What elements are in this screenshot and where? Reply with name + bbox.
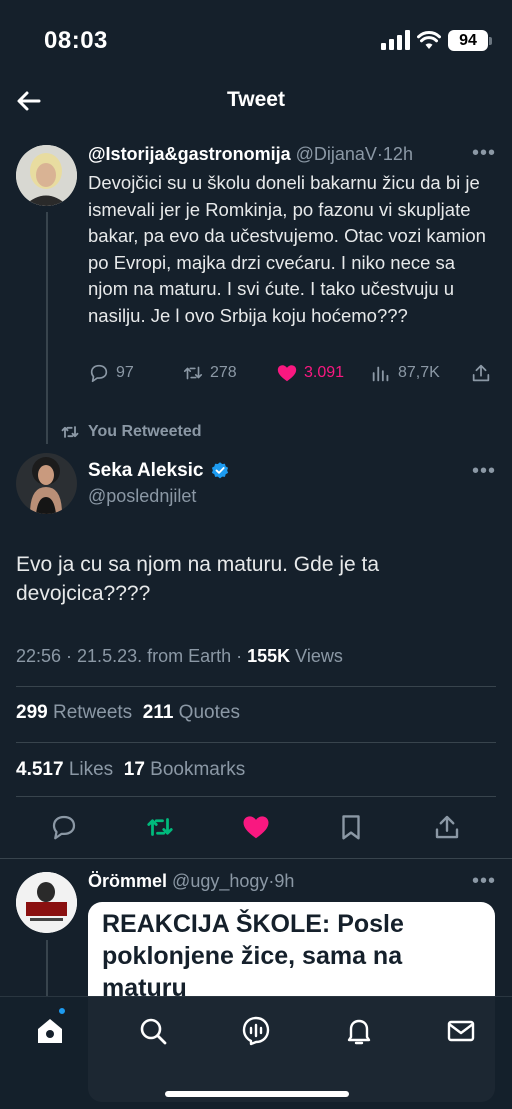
reply-icon: [90, 364, 108, 383]
divider: [16, 796, 496, 797]
quotes-count: 211: [142, 702, 174, 723]
retweet-button[interactable]: 278: [182, 362, 237, 384]
section-divider: [0, 858, 512, 859]
more-options-icon[interactable]: •••: [472, 870, 496, 893]
retweet-context: You Retweeted: [60, 422, 202, 442]
retweet-icon: [183, 366, 203, 380]
likes-count: 4.517: [16, 759, 64, 780]
author-name[interactable]: Seka Aleksic: [88, 460, 204, 482]
more-options-icon[interactable]: •••: [472, 460, 496, 483]
retweets-label: Retweets: [47, 702, 133, 723]
main-tweet-text: Evo ja cu sa njom na maturu. Gde je ta d…: [16, 553, 380, 605]
thread-line: [46, 212, 48, 444]
avatar-istorija[interactable]: [16, 145, 77, 206]
tweet-meta: 22:56 · 21.5.23. from Earth · 155K Views: [16, 646, 343, 667]
retweet-active-icon[interactable]: [145, 812, 175, 842]
reply-icon[interactable]: [49, 812, 79, 842]
avatar-photo: [16, 872, 77, 933]
divider: [16, 686, 496, 687]
thread-line: [46, 940, 48, 1000]
analytics-icon: [372, 366, 389, 382]
views-count: 87,7K: [398, 364, 440, 381]
new-content-dot: [57, 1006, 67, 1016]
bookmarks-label: Bookmarks: [144, 759, 246, 780]
search-icon[interactable]: [137, 1015, 169, 1047]
avatar-photo: [16, 453, 77, 514]
tweet-timestamp: 22:56 · 21.5.23. from Earth ·: [16, 646, 248, 666]
link-card-title: REAKCIJA ŠKOLE: Posle poklonjene žice, s…: [102, 910, 404, 1002]
battery-indicator: 94: [448, 30, 488, 51]
author-name-row: Seka Aleksic: [88, 460, 230, 482]
like-button[interactable]: 3.091: [276, 362, 344, 384]
retweet-context-label: You Retweeted: [88, 423, 202, 440]
author-name[interactable]: Örömmel: [88, 871, 167, 891]
main-tweet-actions: [0, 812, 512, 844]
battery-nub: [489, 37, 492, 45]
heart-filled-icon: [277, 365, 297, 382]
avatar-photo: [16, 145, 77, 206]
likes-bookmarks-row: 4.517 Likes 17 Bookmarks: [16, 759, 245, 781]
reply-header: Örömmel @ugy_hogy·9h: [88, 871, 294, 892]
reply-count: 97: [116, 364, 134, 381]
bookmarks-count: 17: [123, 759, 145, 780]
like-count: 3.091: [304, 364, 345, 381]
spaces-icon[interactable]: [240, 1015, 272, 1047]
verified-badge-icon: [211, 462, 228, 479]
author-handle[interactable]: @DijanaV: [296, 144, 377, 164]
share-button[interactable]: [470, 362, 492, 384]
wifi-icon: [417, 31, 441, 49]
retweet-count: 278: [210, 364, 237, 381]
retweets-stat[interactable]: 299 Retweets: [16, 702, 132, 723]
views-label: Views: [290, 646, 343, 666]
likes-label: Likes: [63, 759, 114, 780]
quotes-label: Quotes: [173, 702, 240, 723]
tweet-age: 9h: [274, 871, 295, 891]
status-bar: 08:03 94: [0, 0, 512, 80]
author-name[interactable]: @Istorija&gastronomija: [88, 144, 291, 164]
quoted-tweet-text: Devojčici su u školu doneli bakarnu žicu…: [88, 172, 486, 326]
share-icon: [472, 364, 490, 382]
author-handle[interactable]: @ugy_hogy: [172, 871, 268, 891]
more-options-icon[interactable]: •••: [472, 142, 496, 165]
reply-button[interactable]: 97: [88, 362, 134, 384]
likes-stat[interactable]: 4.517 Likes: [16, 759, 113, 780]
top-nav: Tweet: [0, 80, 512, 122]
avatar-seka[interactable]: [16, 453, 77, 514]
retweets-quotes-row: 299 Retweets 211 Quotes: [16, 702, 240, 724]
share-icon[interactable]: [432, 812, 462, 842]
quoted-tweet-header: @Istorija&gastronomija @DijanaV·12h: [88, 144, 413, 165]
views-count: 155K: [247, 646, 291, 666]
bookmarks-stat[interactable]: 17 Bookmarks: [124, 759, 245, 780]
author-handle[interactable]: @poslednjilet: [88, 486, 196, 507]
views-button[interactable]: 87,7K: [370, 362, 440, 384]
divider: [16, 742, 496, 743]
messages-envelope-icon[interactable]: [445, 1015, 477, 1047]
heart-filled-icon[interactable]: [241, 812, 271, 842]
tweet-age: 12h: [382, 144, 413, 164]
retweets-count: 299: [16, 702, 48, 723]
clock: 08:03: [44, 27, 108, 54]
quotes-stat[interactable]: 211 Quotes: [143, 702, 240, 723]
notifications-bell-icon[interactable]: [343, 1015, 375, 1047]
home-indicator[interactable]: [165, 1091, 349, 1097]
bookmark-icon[interactable]: [336, 812, 366, 842]
avatar-orommel[interactable]: [16, 872, 77, 933]
page-title: Tweet: [227, 88, 285, 111]
cellular-signal-icon: [381, 30, 410, 50]
quoted-tweet-actions: 97 278 3.091 87,7K: [88, 362, 498, 388]
retweet-small-icon: [61, 426, 79, 438]
home-icon[interactable]: [34, 1015, 66, 1047]
